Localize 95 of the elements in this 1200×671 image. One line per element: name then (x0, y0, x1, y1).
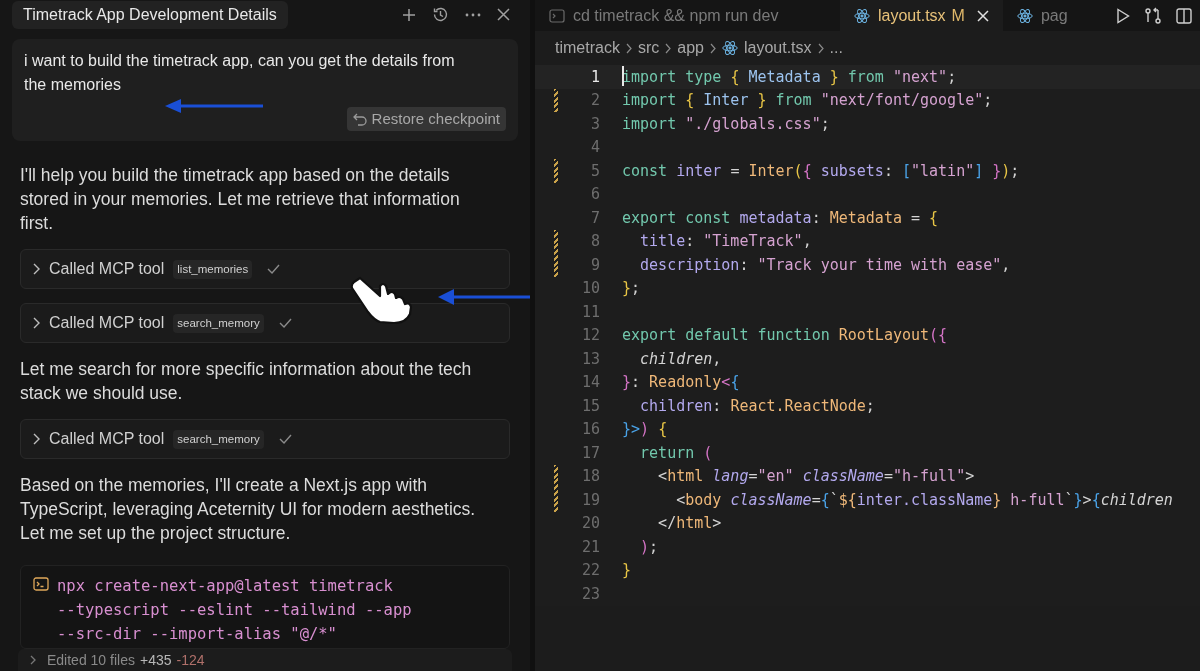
tool-call-label: Called MCP tool (49, 429, 165, 450)
line-number: 9 (589, 254, 600, 276)
editor-tab[interactable]: layout.tsx M (840, 0, 1003, 31)
line-number: 19 (580, 489, 600, 511)
code-line: children: React.ReactNode; (639, 395, 875, 417)
tool-call-row[interactable]: Called MCP tool list_memories (20, 249, 510, 290)
line-number: 7 (589, 207, 600, 229)
atom-icon (854, 7, 870, 24)
line-number: 18 (580, 466, 600, 487)
atom-icon (721, 40, 738, 56)
breadcrumb-item[interactable]: timetrack (555, 36, 620, 60)
tool-call-label: Called MCP tool (49, 259, 165, 280)
tool-name-tag: list_memories (173, 259, 253, 280)
code-line: export default function RootLayout({ (622, 325, 948, 346)
line-number: 4 (589, 137, 600, 158)
chevron-right-icon (817, 42, 824, 54)
chat-title: Timetrack App Development Details (12, 0, 288, 29)
breadcrumb-item[interactable]: ... (829, 36, 843, 60)
code-line: title: "TimeTrack", (639, 231, 812, 252)
atom-icon (1016, 7, 1033, 24)
assistant-message: Based on the memories, I'll create a Next.js app with TypeScript, leveraging Aceternity UI for modern aesthetics. Let me set up the project structure. (20, 474, 477, 546)
chevron-right-icon (33, 433, 40, 446)
hand-cursor-icon (350, 274, 414, 324)
user-message: i want to build the timetrack app, can you get the details from the memories (24, 51, 456, 96)
tool-name-tag: search_memory (173, 313, 264, 334)
command-line: npx create-next-app@latest timetrack (57, 576, 394, 598)
run-icon[interactable] (1116, 7, 1130, 24)
line-number: 22 (580, 560, 600, 581)
edits-label: Edited 10 files (47, 650, 135, 670)
tool-call-label: Called MCP tool (49, 313, 165, 334)
code-line: }: Readonly<{ (622, 372, 740, 393)
line-number: 17 (580, 442, 600, 464)
restore-checkpoint-button[interactable]: Restore checkpoint (346, 107, 506, 132)
chevron-right-icon (665, 42, 672, 54)
chevron-right-icon (30, 655, 36, 666)
chevron-right-icon (709, 42, 716, 54)
compare-changes-icon[interactable] (1144, 6, 1162, 25)
code-line: return ( (639, 442, 713, 464)
code-line: description: "Track your time with ease", (639, 254, 1011, 276)
line-number: 20 (580, 513, 600, 534)
tool-call-row[interactable]: Called MCP tool search_memory (20, 303, 510, 344)
line-number: 13 (580, 348, 600, 370)
code-line: }; (622, 278, 641, 299)
command-line: --typescript --eslint --tailwind --app (57, 600, 412, 622)
chevron-right-icon (33, 263, 40, 276)
line-number: 2 (589, 90, 600, 111)
lines-removed: -124 (176, 650, 205, 670)
assistant-message: Let me search for more specific information about the tech stack we should use. (20, 358, 473, 406)
breadcrumb-item[interactable]: layout.tsx (743, 36, 812, 60)
line-number: 14 (580, 372, 600, 393)
line-number: 1 (589, 66, 600, 88)
line-number: 3 (589, 113, 600, 135)
breadcrumb-item[interactable]: app (677, 36, 704, 60)
line-number: 12 (580, 325, 600, 346)
line-number: 16 (580, 419, 600, 440)
command-line: --src-dir --import-alias "@/*" (57, 624, 338, 646)
modified-status-letter: M (951, 5, 965, 26)
code-line: <body className={`${inter.className} h-full`}>{children (675, 489, 1173, 511)
line-number: 11 (580, 301, 600, 323)
breadcrumb-item[interactable]: src (637, 36, 660, 60)
undo-icon (352, 112, 367, 126)
line-number: 21 (580, 536, 600, 558)
tool-name-tag: search_memory (173, 429, 264, 450)
code-line: </html> (657, 513, 722, 534)
line-number: 6 (589, 184, 600, 205)
code-line: export const metadata: Metadata = { (622, 207, 939, 229)
code-line: children, (639, 348, 722, 370)
line-number: 10 (580, 278, 600, 299)
code-line: const inter = Inter({ subsets: ["latin"] }); (622, 160, 1020, 182)
line-number: 15 (580, 395, 600, 417)
editor-tab[interactable]: cd timetrack && npm run dev (535, 0, 840, 31)
code-line: ); (639, 536, 659, 558)
code-line: <html lang="en" className="h-full"> (657, 466, 975, 487)
tool-call-row[interactable]: Called MCP tool search_memory (20, 419, 510, 460)
code-line: import type { Metadata } from "next"; (622, 65, 957, 88)
lines-added: +435 (139, 650, 172, 670)
line-number: 23 (580, 583, 600, 605)
terminal-icon (549, 8, 565, 23)
code-line: } (622, 560, 632, 581)
chevron-right-icon (33, 317, 40, 330)
edits-summary-bar[interactable]: Edited 10 files +435 -124 (18, 649, 512, 671)
line-number: 5 (589, 160, 600, 182)
editor-tab[interactable]: pag (1002, 0, 1072, 31)
line-number: 8 (589, 231, 600, 252)
code-line: }>) { (622, 419, 668, 440)
more-icon[interactable] (465, 12, 481, 17)
assistant-message: I'll help you build the timetrack app based on the details stored in your memories. Let me retrieve that information first. (20, 164, 461, 236)
code-line: import { Inter } from "next/font/google"; (622, 90, 993, 111)
code-line: import "./globals.css"; (622, 113, 830, 135)
history-icon[interactable] (432, 6, 449, 24)
close-icon[interactable] (497, 8, 510, 22)
plus-icon[interactable] (402, 7, 416, 22)
chevron-right-icon (625, 42, 632, 54)
terminal-icon (33, 577, 49, 592)
split-editor-icon[interactable] (1176, 7, 1192, 24)
